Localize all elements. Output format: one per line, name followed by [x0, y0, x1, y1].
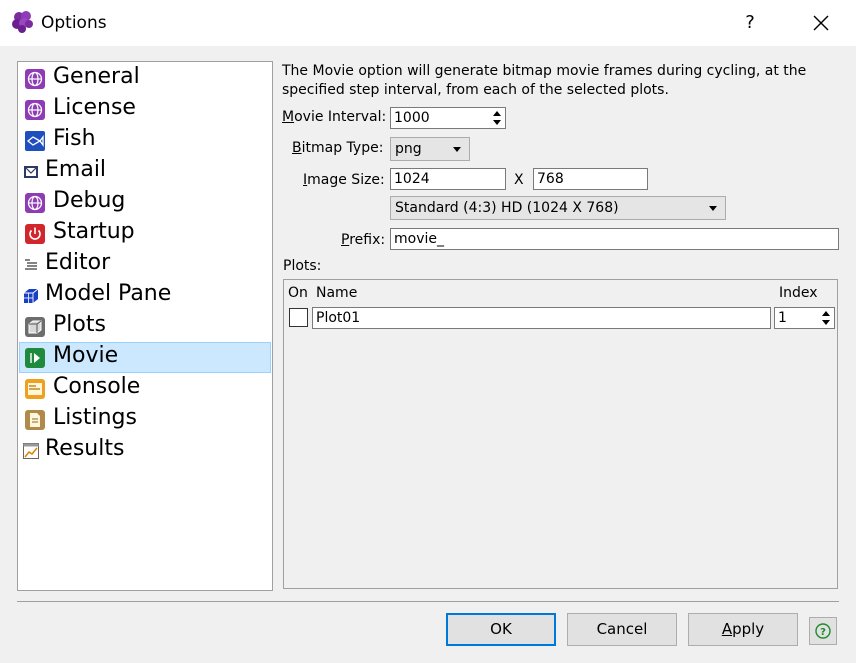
movie-icon — [25, 348, 45, 368]
bitmap-type-label: Bitmap Type: — [292, 140, 384, 156]
apply-button[interactable]: Apply — [688, 613, 798, 646]
options-category-list[interactable]: General License Fish Email Debug Startup… — [17, 61, 273, 591]
app-logo-icon — [12, 11, 33, 33]
cancel-button[interactable]: Cancel — [567, 613, 677, 646]
image-height-field[interactable]: 768 — [533, 168, 648, 190]
sidebar-item-label: Plots — [53, 312, 106, 337]
sidebar-item-console[interactable]: Console — [19, 373, 271, 404]
editor-icon — [25, 259, 37, 270]
sidebar-item-label: Email — [45, 157, 107, 182]
col-header-name: Name — [316, 285, 358, 301]
sidebar-item-debug[interactable]: Debug — [19, 187, 271, 218]
movie-interval-value: 1000 — [394, 110, 430, 126]
sidebar-item-label: Model Pane — [45, 281, 172, 306]
chevron-down-icon — [709, 206, 717, 211]
globe-icon — [25, 69, 45, 89]
sidebar-item-label: Results — [45, 436, 125, 461]
movie-description: The Movie option will generate bitmap mo… — [282, 63, 807, 98]
image-size-label: Image Size: — [303, 172, 385, 188]
sidebar-item-results[interactable]: Results — [19, 435, 271, 466]
sidebar-item-general[interactable]: General — [19, 63, 271, 94]
movie-interval-spinbox[interactable]: 1000 — [390, 107, 506, 129]
bitmap-type-value: png — [395, 141, 422, 157]
sidebar-item-fish[interactable]: Fish — [19, 125, 271, 156]
ok-button[interactable]: OK — [446, 613, 556, 646]
plot-name-field[interactable]: Plot01 — [312, 307, 771, 329]
sidebar-item-movie[interactable]: Movie — [19, 342, 271, 373]
prefix-field[interactable]: movie_ — [390, 228, 839, 250]
sidebar-item-label: Movie — [53, 343, 119, 368]
sidebar-item-editor[interactable]: Editor — [19, 249, 271, 280]
col-header-on: On — [288, 285, 308, 301]
chart-icon — [23, 443, 39, 459]
title-help-button[interactable]: ? — [738, 10, 762, 36]
sidebar-item-startup[interactable]: Startup — [19, 218, 271, 249]
globe-icon — [25, 193, 45, 213]
help-circle-icon: ? — [815, 623, 831, 639]
title-bar: Options ? — [0, 0, 856, 46]
cube-icon — [25, 317, 45, 337]
image-size-preset-value: Standard (4:3) HD (1024 X 768) — [395, 200, 619, 216]
plots-label: Plots: — [283, 258, 322, 274]
sidebar-item-label: Editor — [45, 250, 111, 275]
sidebar-item-model-pane[interactable]: Model Pane — [19, 280, 271, 311]
sidebar-item-email[interactable]: Email — [19, 156, 271, 187]
chevron-down-icon — [453, 147, 461, 152]
plot-on-checkbox[interactable] — [289, 308, 308, 327]
sidebar-item-label: General — [53, 64, 140, 89]
sidebar-item-plots[interactable]: Plots — [19, 311, 271, 342]
fish-icon — [25, 131, 45, 151]
sidebar-item-listings[interactable]: Listings — [19, 404, 271, 435]
power-icon — [25, 224, 45, 244]
spin-arrows-icon[interactable] — [819, 309, 833, 327]
email-icon — [24, 166, 38, 178]
sidebar-item-license[interactable]: License — [19, 94, 271, 125]
plot-index-value: 1 — [778, 310, 787, 326]
sidebar-item-label: Debug — [53, 188, 126, 213]
close-icon[interactable] — [806, 8, 836, 38]
col-header-index: Index — [779, 285, 818, 301]
spin-arrows-icon[interactable] — [490, 109, 504, 127]
image-width-field[interactable]: 1024 — [390, 168, 506, 190]
bitmap-type-select[interactable]: png — [390, 137, 470, 161]
cube-grid-icon — [24, 288, 39, 303]
plot-index-spinbox[interactable]: 1 — [774, 307, 835, 329]
sidebar-item-label: License — [53, 95, 136, 120]
sidebar-item-label: Startup — [53, 219, 135, 244]
image-size-preset-select[interactable]: Standard (4:3) HD (1024 X 768) — [390, 196, 726, 220]
size-separator: X — [514, 172, 524, 188]
help-button[interactable]: ? — [809, 617, 837, 645]
svg-text:?: ? — [820, 627, 826, 638]
sidebar-item-label: Fish — [53, 126, 96, 151]
globe-icon — [25, 100, 45, 120]
footer-separator — [17, 601, 839, 602]
movie-interval-label: Movie Interval: — [282, 109, 387, 125]
document-icon — [25, 410, 45, 430]
sidebar-item-label: Console — [53, 374, 141, 399]
window-title: Options — [41, 13, 107, 33]
console-icon — [25, 379, 45, 399]
prefix-label: Prefix: — [341, 232, 386, 248]
sidebar-item-label: Listings — [53, 405, 137, 430]
